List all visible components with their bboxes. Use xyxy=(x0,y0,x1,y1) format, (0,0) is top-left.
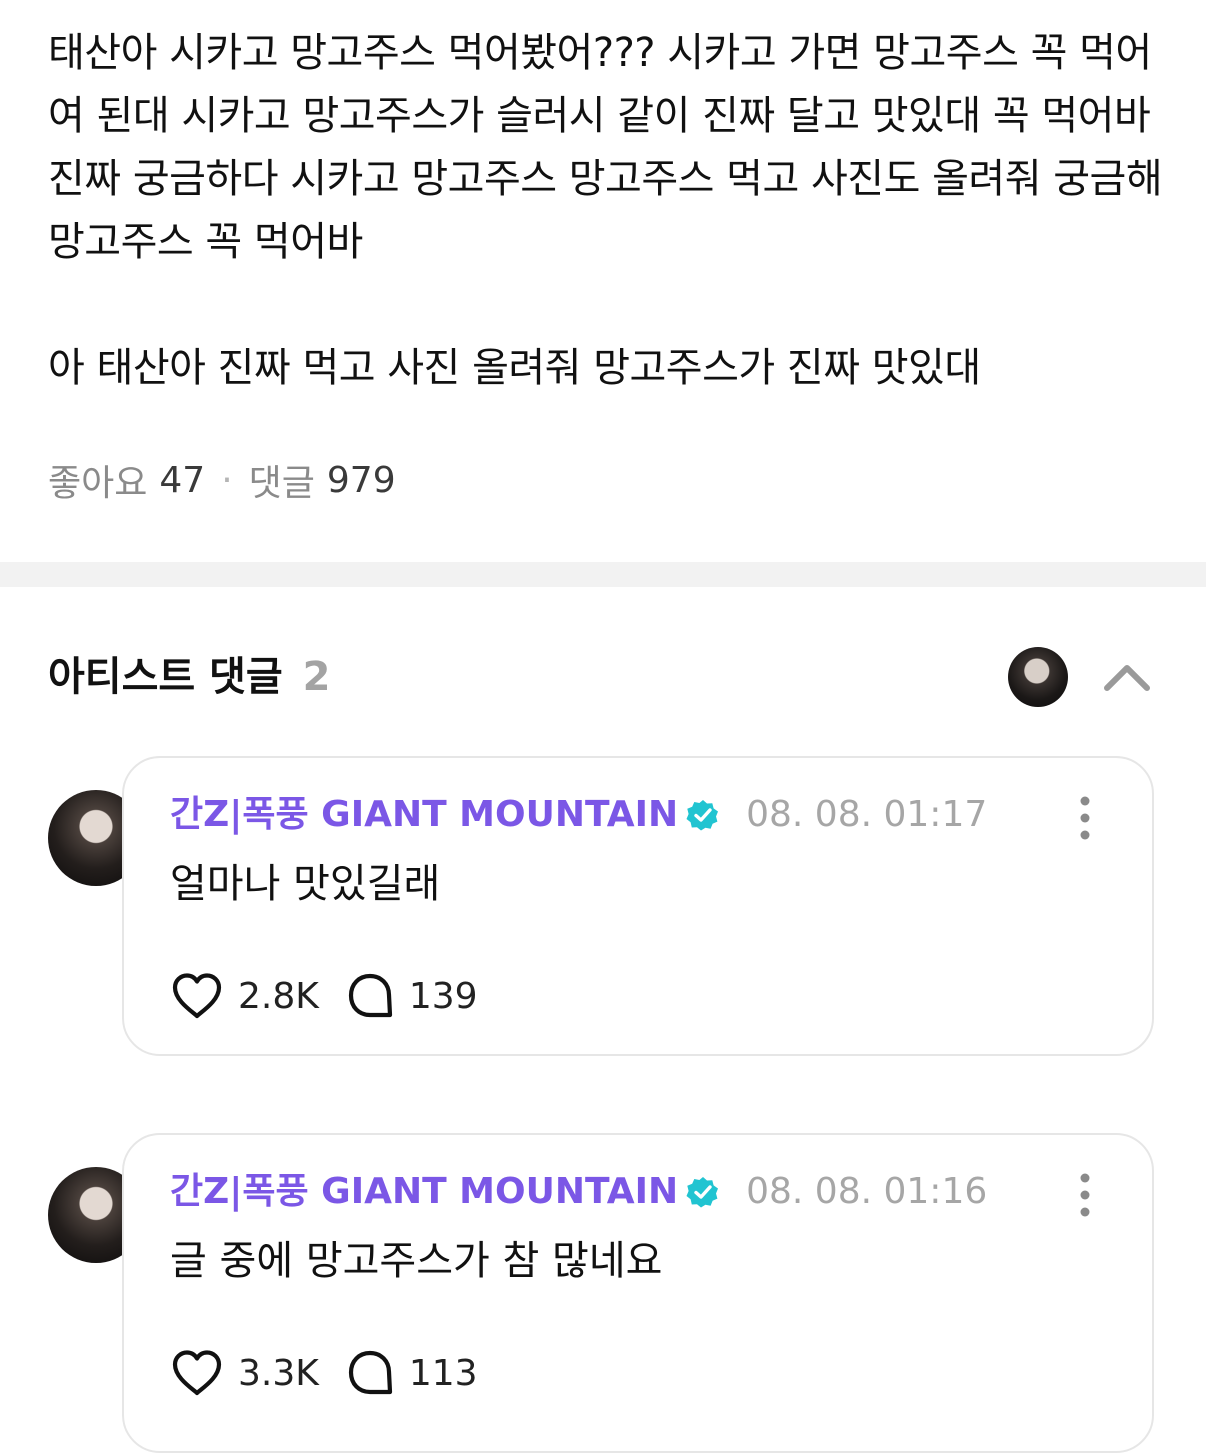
comment-header: 간Z|폭풍 GIANT MOUNTAIN 08. 08. 01:17 xyxy=(170,792,987,838)
artist-comment-card[interactable]: 간Z|폭풍 GIANT MOUNTAIN 08. 08. 01:17 얼마나 맛… xyxy=(122,756,1154,1056)
comment-author-name[interactable]: 간Z|폭풍 GIANT MOUNTAIN xyxy=(170,792,678,838)
comment-timestamp: 08. 08. 01:16 xyxy=(746,1171,988,1212)
comment-text: 글 중에 망고주스가 참 많네요 xyxy=(170,1238,663,1284)
comment-actions: 2.8K 139 xyxy=(170,968,478,1024)
comment-text: 얼마나 맛있길래 xyxy=(170,861,441,907)
speech-bubble-icon[interactable] xyxy=(345,971,395,1021)
post-stats: 좋아요 47 · 댓글 979 xyxy=(48,452,396,508)
speech-bubble-icon[interactable] xyxy=(345,1348,395,1398)
likes-count[interactable]: 47 xyxy=(159,460,205,501)
verified-badge-icon xyxy=(686,800,719,831)
artist-comment-card[interactable]: 간Z|폭풍 GIANT MOUNTAIN 08. 08. 01:16 글 중에 … xyxy=(122,1133,1154,1453)
post-body: 태산아 시카고 망고주스 먹어봤어??? 시카고 가면 망고주스 꼭 먹어여 된… xyxy=(48,22,1178,400)
more-vertical-icon[interactable] xyxy=(1072,1173,1098,1217)
more-vertical-icon[interactable] xyxy=(1072,796,1098,840)
heart-icon[interactable] xyxy=(170,971,224,1021)
comments-count[interactable]: 979 xyxy=(327,460,396,501)
section-title-label: 아티스트 댓글 xyxy=(48,654,283,700)
comment-timestamp: 08. 08. 01:17 xyxy=(746,794,988,835)
comment-reply-count: 113 xyxy=(408,1352,478,1394)
comment-reply-count: 139 xyxy=(408,975,478,1017)
section-count: 2 xyxy=(302,654,331,700)
section-title: 아티스트 댓글 2 xyxy=(48,644,331,710)
post-paragraph: 태산아 시카고 망고주스 먹어봤어??? 시카고 가면 망고주스 꼭 먹어여 된… xyxy=(48,30,1163,265)
artist-comments-header: 아티스트 댓글 2 xyxy=(48,644,1158,710)
section-divider xyxy=(0,562,1206,587)
chevron-up-icon[interactable] xyxy=(1102,658,1152,694)
artist-avatar[interactable] xyxy=(1008,647,1068,707)
comment-actions: 3.3K 113 xyxy=(170,1345,478,1401)
comment-like-count: 2.8K xyxy=(238,975,319,1017)
comment-like-count: 3.3K xyxy=(238,1352,319,1394)
comment-author-name[interactable]: 간Z|폭풍 GIANT MOUNTAIN xyxy=(170,1169,678,1215)
stat-separator: · xyxy=(221,459,233,501)
likes-label[interactable]: 좋아요 xyxy=(48,454,147,506)
verified-badge-icon xyxy=(686,1177,719,1208)
heart-icon[interactable] xyxy=(170,1348,224,1398)
comments-label[interactable]: 댓글 xyxy=(249,454,315,506)
post-paragraph: 아 태산아 진짜 먹고 사진 올려줘 망고주스가 진짜 맛있대 xyxy=(48,345,981,391)
comment-header: 간Z|폭풍 GIANT MOUNTAIN 08. 08. 01:16 xyxy=(170,1169,987,1215)
